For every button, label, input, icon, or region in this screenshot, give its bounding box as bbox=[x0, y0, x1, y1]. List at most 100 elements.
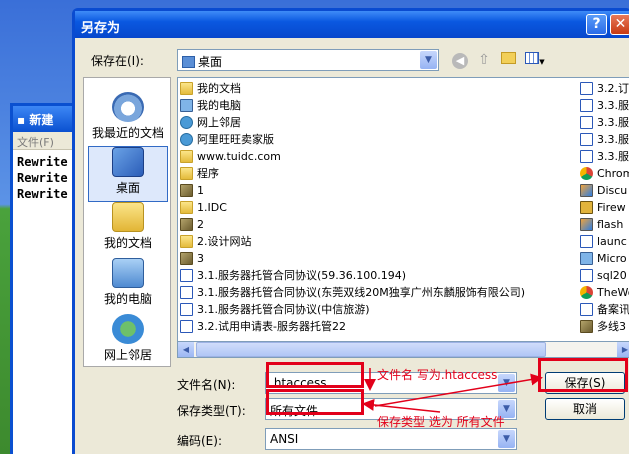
file-list-item[interactable]: flash bbox=[580, 216, 629, 233]
file-list-item[interactable]: Firew bbox=[580, 199, 629, 216]
save-in-label: 保存在(I): bbox=[91, 54, 144, 68]
folder-icon bbox=[180, 82, 193, 95]
filetype-label: 保存类型(T): bbox=[177, 404, 246, 418]
file-list-item[interactable]: Micro bbox=[580, 250, 629, 267]
file-list-item[interactable]: 3 bbox=[180, 250, 580, 267]
file-name: flash bbox=[597, 217, 624, 231]
pc-icon bbox=[180, 99, 193, 112]
place-my-documents[interactable]: 我的文档 bbox=[88, 202, 168, 258]
file-list-item[interactable]: 3.2.试用申请表-服务器托管22 bbox=[180, 318, 580, 335]
file-list-item[interactable]: 3.1.服务器托管合同协议(59.36.100.194) bbox=[180, 267, 580, 284]
doc-icon bbox=[180, 286, 193, 299]
folder-icon bbox=[180, 201, 193, 214]
help-button[interactable]: ? bbox=[586, 14, 607, 35]
doc-icon bbox=[580, 116, 593, 129]
filetype-highlight-box bbox=[266, 389, 364, 415]
file-list-item[interactable]: sql20 bbox=[580, 267, 629, 284]
folder-icon bbox=[180, 235, 193, 248]
file-list-item[interactable]: 1 bbox=[180, 182, 580, 199]
net-icon bbox=[180, 116, 193, 129]
file-name: 我的电脑 bbox=[197, 98, 241, 112]
file-name: 我的文档 bbox=[197, 81, 241, 95]
back-arrow-icon: ◀ bbox=[452, 53, 468, 69]
file-list-item[interactable]: 我的文档 bbox=[180, 80, 580, 97]
file-name: 阿里旺旺卖家版 bbox=[197, 132, 274, 146]
file-list-item[interactable]: 阿里旺旺卖家版 bbox=[180, 131, 580, 148]
file-list-item[interactable]: Discu bbox=[580, 182, 629, 199]
encoding-dropdown[interactable]: ANSI ▼ bbox=[265, 428, 517, 450]
doc-icon bbox=[580, 303, 593, 316]
filename-label: 文件名(N): bbox=[177, 378, 236, 392]
file-name: 1.IDC bbox=[197, 200, 227, 214]
up-folder-button[interactable]: ⇧ bbox=[473, 49, 495, 71]
img-icon bbox=[180, 184, 193, 197]
file-list-item[interactable]: 我的电脑 bbox=[180, 97, 580, 114]
file-name: 程序 bbox=[197, 166, 219, 180]
app-icon bbox=[580, 218, 593, 231]
place-desktop[interactable]: 桌面 bbox=[88, 146, 168, 202]
file-list-item[interactable]: 2.设计网站 bbox=[180, 233, 580, 250]
file-list[interactable]: 我的文档我的电脑网上邻居阿里旺旺卖家版 www.tuidc.com 程序 1 1.IDC… bbox=[177, 77, 629, 357]
new-folder-icon bbox=[500, 52, 516, 64]
horizontal-scrollbar[interactable]: ◀ ▶ bbox=[177, 341, 629, 358]
file-name: 3.1.服务器托管合同协议(东莞双线20M独享广州东麟服饰有限公司) bbox=[197, 285, 526, 299]
place-network-places[interactable]: 网上邻居 bbox=[88, 314, 168, 370]
file-list-item[interactable]: 2 bbox=[180, 216, 580, 233]
doc-icon bbox=[580, 269, 593, 282]
file-list-item[interactable]: 3.3.服 bbox=[580, 131, 629, 148]
file-list-item[interactable]: 3.1.服务器托管合同协议(中信旅游) bbox=[180, 301, 580, 318]
file-list-item[interactable]: www.tuidc.com bbox=[180, 148, 580, 165]
file-list-item[interactable]: 3.3.服 bbox=[580, 114, 629, 131]
chevron-down-icon: ▼ bbox=[498, 430, 515, 448]
scroll-right-arrow-icon[interactable]: ▶ bbox=[617, 342, 629, 357]
file-name: launc bbox=[597, 234, 627, 248]
file-list-item[interactable]: 网上邻居 bbox=[180, 114, 580, 131]
doc-icon bbox=[580, 99, 593, 112]
file-list-item[interactable]: 3.3.服 bbox=[580, 148, 629, 165]
file-list-item[interactable]: TheWo bbox=[580, 284, 629, 301]
file-name: 3.3.服 bbox=[597, 149, 629, 163]
file-list-item[interactable]: 1.IDC bbox=[180, 199, 580, 216]
filename-highlight-box bbox=[266, 362, 364, 388]
back-button[interactable]: ◀ bbox=[449, 49, 471, 71]
file-list-item[interactable]: launc bbox=[580, 233, 629, 250]
file-list-item[interactable]: 多线3 bbox=[580, 318, 629, 335]
places-bar: 我最近的文档 桌面 我的文档 我的电脑 网上邻居 bbox=[83, 77, 171, 367]
new-folder-button[interactable] bbox=[497, 49, 519, 71]
file-name: 2 bbox=[197, 217, 204, 231]
file-name: Chrome bbox=[597, 166, 629, 180]
file-list-item[interactable]: 3.3.服 bbox=[580, 97, 629, 114]
file-list-item[interactable]: 备案讯 bbox=[580, 301, 629, 318]
file-name: 3.2.订 bbox=[597, 81, 629, 95]
filename-annotation: 文件名 写为.htaccess bbox=[377, 368, 498, 382]
file-name: 3 bbox=[197, 251, 204, 265]
cancel-button[interactable]: 取消 bbox=[545, 398, 625, 420]
file-list-item[interactable]: Chrome bbox=[580, 165, 629, 182]
file-name: 多线3 bbox=[597, 319, 626, 333]
file-name: Discu bbox=[597, 183, 628, 197]
close-button[interactable]: ✕ bbox=[610, 14, 629, 35]
desktop-icon bbox=[112, 147, 144, 177]
view-menu-button[interactable]: ▼ bbox=[521, 49, 549, 71]
doc-icon bbox=[180, 269, 193, 282]
file-list-item[interactable]: 程序 bbox=[180, 165, 580, 182]
file-name: sql20 bbox=[597, 268, 627, 282]
doc-icon bbox=[180, 320, 193, 333]
chevron-down-icon: ▼ bbox=[498, 374, 515, 392]
save-in-dropdown[interactable]: 桌面 ▼ bbox=[177, 49, 439, 71]
scrollbar-thumb[interactable] bbox=[196, 342, 546, 357]
img-icon bbox=[180, 252, 193, 265]
doc-icon bbox=[180, 303, 193, 316]
scroll-left-arrow-icon[interactable]: ◀ bbox=[178, 342, 194, 357]
place-recent-documents[interactable]: 我最近的文档 bbox=[88, 92, 168, 148]
chevron-down-icon: ▼ bbox=[420, 51, 437, 69]
chrome-icon bbox=[580, 286, 593, 299]
dialog-titlebar[interactable]: 另存为 ? ✕ bbox=[75, 11, 629, 38]
place-my-computer[interactable]: 我的电脑 bbox=[88, 258, 168, 314]
file-name: 网上邻居 bbox=[197, 115, 241, 129]
file-list-item[interactable]: 3.2.订 bbox=[580, 80, 629, 97]
file-list-column-1: 我的文档我的电脑网上邻居阿里旺旺卖家版 www.tuidc.com 程序 1 1.IDC… bbox=[180, 80, 580, 335]
doc-icon bbox=[580, 82, 593, 95]
file-list-item[interactable]: 3.1.服务器托管合同协议(东莞双线20M独享广州东麟服饰有限公司) bbox=[180, 284, 580, 301]
recent-docs-icon bbox=[112, 92, 144, 122]
